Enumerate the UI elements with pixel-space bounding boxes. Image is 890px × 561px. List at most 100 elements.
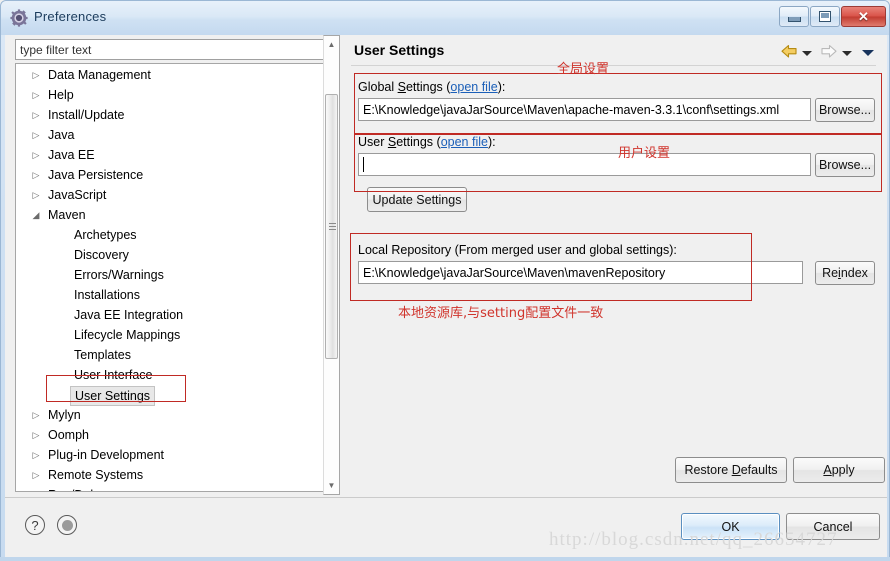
window-bottom-edge	[0, 557, 890, 561]
tree-item-label: Archetypes	[74, 228, 137, 242]
forward-arrow-icon	[820, 44, 838, 62]
page-title: User Settings	[354, 42, 445, 58]
chevron-right-icon[interactable]: ▷	[30, 445, 42, 465]
window-frame: Preferences ✕ ▷Data Management▷Help▷Ins	[0, 0, 890, 561]
tree-item-user-interface[interactable]: User Interface	[16, 365, 318, 385]
tree-item-label: Templates	[74, 348, 131, 362]
maximize-icon	[819, 11, 831, 22]
user-settings-mnemonic: S	[387, 135, 397, 149]
forward-dropdown-icon[interactable]	[842, 50, 852, 56]
title-bar: Preferences ✕	[1, 1, 889, 35]
help-icon[interactable]: ?	[25, 515, 45, 535]
user-settings-open-file-link[interactable]: open file	[441, 135, 488, 149]
tree-item-javascript[interactable]: ▷ JavaScript	[16, 185, 318, 205]
chevron-right-icon[interactable]: ▷	[30, 145, 42, 165]
tree-item-label: Remote Systems	[48, 468, 144, 482]
restore-defaults-mnemonic: D	[731, 463, 741, 477]
tree-item-java-persistence[interactable]: ▷ Java Persistence	[16, 165, 318, 185]
tree-item-errors-warnings[interactable]: Errors/Warnings	[16, 265, 318, 285]
close-button[interactable]: ✕	[841, 6, 886, 27]
user-settings-browse-button[interactable]: Browse...	[815, 153, 875, 177]
minimize-button[interactable]	[779, 6, 809, 27]
chevron-right-icon[interactable]: ▷	[30, 405, 42, 425]
global-settings-open-file-link[interactable]: open file	[450, 80, 497, 94]
preferences-tree[interactable]: ▷ Data Management ▷ Help ▷ Install/Update ▷ Jav…	[15, 63, 335, 492]
tree-list: ▷ Data Management ▷ Help ▷ Install/Update ▷ Jav…	[16, 64, 318, 491]
annotation-label-local-repository: 本地资源库,与setting配置文件一致	[398, 306, 604, 321]
chevron-down-icon[interactable]: ◢	[30, 205, 42, 225]
chevron-right-icon[interactable]: ▷	[30, 465, 42, 485]
tree-item-label: Oomph	[48, 428, 89, 442]
restore-defaults-button[interactable]: Restore Defaults	[675, 457, 787, 483]
tree-item-label: JavaScript	[48, 188, 107, 202]
panel-navigation	[780, 44, 874, 62]
tree-item-java-ee[interactable]: ▷ Java EE	[16, 145, 318, 165]
chevron-right-icon[interactable]: ▷	[30, 85, 42, 105]
tree-item-data-management[interactable]: ▷ Data Management	[16, 65, 318, 85]
user-settings-label-post: ettings (	[396, 135, 441, 149]
scroll-down-icon[interactable]: ▼	[324, 477, 339, 494]
tree-item-templates[interactable]: Templates	[16, 345, 318, 365]
global-settings-label-end: ):	[497, 80, 506, 94]
tree-item-run-debug[interactable]: ▷ Run/Debug	[16, 485, 318, 491]
tree-item-label: Java EE	[48, 148, 95, 162]
tree-item-oomph[interactable]: ▷ Oomph	[16, 425, 318, 445]
chevron-right-icon[interactable]: ▷	[30, 105, 42, 125]
global-settings-input[interactable]	[358, 98, 811, 121]
tree-item-mylyn[interactable]: ▷ Mylyn	[16, 405, 318, 425]
tree-item-label: Discovery	[74, 248, 129, 262]
chevron-right-icon[interactable]: ▷	[30, 125, 42, 145]
apply-post: pply	[831, 463, 855, 477]
tree-item-label: Lifecycle Mappings	[74, 328, 181, 342]
update-settings-button[interactable]: Update Settings	[367, 187, 467, 212]
tree-item-plug-in-development[interactable]: ▷ Plug-in Development	[16, 445, 318, 465]
chevron-right-icon[interactable]: ▷	[30, 165, 42, 185]
user-settings-label-end: ):	[487, 135, 496, 149]
gear-icon	[10, 9, 28, 27]
global-settings-browse-button[interactable]: Browse...	[815, 98, 875, 122]
tree-item-user-settings[interactable]: User Settings	[16, 385, 318, 406]
filter-input[interactable]	[15, 39, 335, 60]
reindex-label-post: ndex	[840, 266, 868, 280]
tree-item-lifecycle-mappings[interactable]: Lifecycle Mappings	[16, 325, 318, 345]
tree-item-java[interactable]: ▷ Java	[16, 125, 318, 145]
tree-item-install-update[interactable]: ▷ Install/Update	[16, 105, 318, 125]
sidebar: ▷ Data Management ▷ Help ▷ Install/Update ▷ Jav…	[10, 35, 340, 495]
reindex-button[interactable]: Reindex	[815, 261, 875, 285]
maximize-button[interactable]	[810, 6, 840, 27]
tree-item-maven[interactable]: ◢ Maven	[16, 205, 318, 225]
user-settings-input[interactable]	[358, 153, 811, 176]
tree-item-archetypes[interactable]: Archetypes	[16, 225, 318, 245]
close-icon: ✕	[858, 9, 869, 24]
local-repository-input[interactable]	[358, 261, 803, 284]
pin-icon[interactable]	[57, 515, 77, 535]
tree-item-help[interactable]: ▷ Help	[16, 85, 318, 105]
chevron-right-icon[interactable]: ▷	[30, 185, 42, 205]
panel-title-divider	[351, 65, 876, 66]
preferences-dialog: Preferences ✕ ▷Data Management▷Help▷Ins	[0, 0, 890, 561]
tree-item-remote-systems[interactable]: ▷ Remote Systems	[16, 465, 318, 485]
scrollbar-thumb[interactable]	[325, 94, 338, 359]
cancel-button[interactable]: Cancel	[786, 513, 880, 540]
chevron-right-icon[interactable]: ▷	[30, 425, 42, 445]
apply-button[interactable]: Apply	[793, 457, 885, 483]
back-dropdown-icon[interactable]	[802, 50, 812, 56]
user-settings-label-pre: User	[358, 135, 388, 149]
back-arrow-icon[interactable]	[780, 44, 798, 62]
tree-item-java-ee-integration[interactable]: Java EE Integration	[16, 305, 318, 325]
tree-scrollbar[interactable]: ▲ ▼	[323, 35, 340, 495]
panel-menu-icon[interactable]	[862, 50, 874, 56]
ok-button[interactable]: OK	[681, 513, 780, 540]
local-repository-label: Local Repository (From merged user and g…	[358, 243, 677, 257]
chevron-right-icon[interactable]: ▷	[30, 485, 42, 491]
scroll-up-icon[interactable]: ▲	[324, 36, 339, 53]
tree-item-discovery[interactable]: Discovery	[16, 245, 318, 265]
tree-item-label: Data Management	[48, 68, 151, 82]
tree-item-label: Run/Debug	[48, 485, 111, 491]
tree-item-label: User Settings	[70, 386, 156, 406]
global-settings-mnemonic: S	[397, 80, 406, 94]
chevron-right-icon[interactable]: ▷	[30, 65, 42, 85]
tree-item-label: Java EE Integration	[74, 308, 184, 322]
tree-item-installations[interactable]: Installations	[16, 285, 318, 305]
dialog-body: ▷ Data Management ▷ Help ▷ Install/Update ▷ Jav…	[5, 35, 887, 558]
